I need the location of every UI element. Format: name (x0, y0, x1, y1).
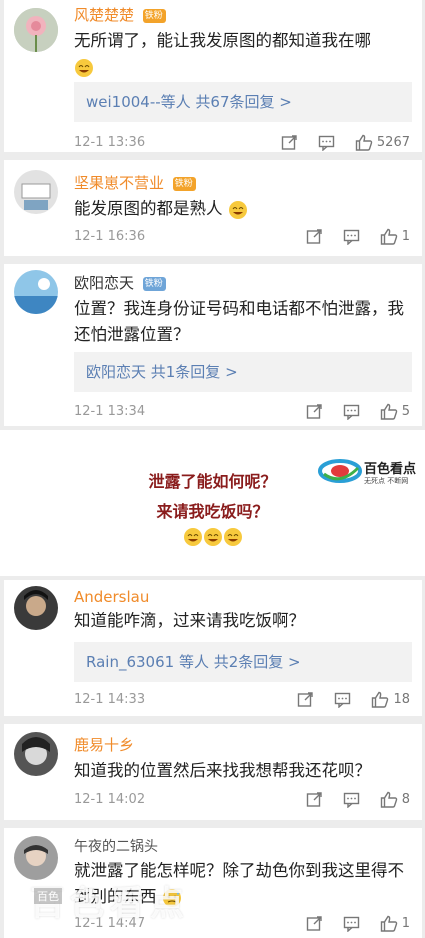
comment-button[interactable] (318, 134, 335, 151)
laugh-emoji (183, 527, 202, 546)
like-button[interactable]: 1 (380, 915, 410, 932)
brand-slogan: 无死点 不断网 (364, 477, 409, 485)
caption-emojis (0, 526, 425, 547)
username[interactable]: 午夜的二锅头 (74, 836, 158, 856)
username[interactable]: 欧阳恋天 铁粉 (74, 272, 166, 293)
username[interactable]: Anderslau (74, 588, 149, 606)
comment-icon (318, 135, 335, 151)
caption-line-2: 来请我吃饭吗？ (156, 502, 269, 521)
watermark-small: 百色 (34, 888, 62, 904)
action-bar: 1 (286, 226, 410, 246)
comment-icon (343, 404, 359, 420)
share-icon (306, 228, 322, 244)
laugh-emoji (75, 58, 93, 77)
like-button[interactable]: 5 (380, 403, 410, 420)
laugh-emoji (223, 527, 242, 546)
timestamp: 12-1 13:34 (74, 404, 146, 419)
comment-card: 坚果崽不营业 铁粉 能发原图的都是熟人 12-1 16:36 1 (4, 160, 422, 256)
reply-summary[interactable]: 欧阳恋天 共1条回复 > (74, 352, 412, 392)
avatar[interactable] (14, 732, 58, 776)
action-bar: 1 (286, 913, 410, 933)
like-count: 18 (393, 691, 410, 707)
comment-text: 知道能咋滴，过来请我吃饭啊？ (74, 611, 305, 630)
comment-text: 知道我的位置然后来找我想帮我还花呗？ (74, 761, 371, 780)
like-icon (380, 791, 397, 808)
fan-badge: 铁粉 (172, 176, 196, 191)
username[interactable]: 坚果崽不营业 铁粉 (74, 172, 196, 193)
share-button[interactable] (306, 403, 323, 420)
brand-logo: 百色看点 无死点 不断网 (318, 456, 422, 490)
comment-icon (343, 792, 359, 808)
comment-card: Anderslau 知道能咋滴，过来请我吃饭啊？ Rain_63061 等人 共… (4, 580, 422, 716)
share-icon (298, 691, 314, 707)
like-button[interactable]: 8 (380, 791, 410, 808)
comment-card: 风楚楚楚 铁粉 无所谓了，能让我发原图的都知道我在哪 wei1004--等人 共… (4, 0, 422, 152)
avatar[interactable] (14, 586, 58, 630)
comment-card: 鹿易十乡 知道我的位置然后来找我想帮我还花呗？ 12-1 14:02 8 (4, 724, 422, 820)
share-button[interactable] (306, 228, 323, 245)
avatar[interactable] (14, 270, 58, 314)
brand-name: 百色看点 (364, 462, 417, 477)
like-icon (380, 403, 397, 420)
fan-badge: 铁粉 (142, 8, 166, 23)
avatar[interactable] (14, 170, 58, 214)
caption-block: 泄露了能如何呢？ 来请我吃饭吗？ 百色看点 无死点 不断网 (0, 430, 425, 576)
like-count: 1 (401, 915, 410, 931)
comment-text: 能发原图的都是熟人 (74, 196, 408, 222)
comment-button[interactable] (343, 915, 360, 932)
like-icon (380, 228, 397, 245)
like-button[interactable]: 1 (380, 228, 410, 245)
like-icon (380, 915, 397, 932)
share-button[interactable] (306, 915, 323, 932)
comment-icon (343, 229, 359, 245)
like-count: 5267 (376, 134, 410, 150)
timestamp: 12-1 16:36 (74, 229, 146, 244)
like-count: 8 (401, 791, 410, 807)
avatar[interactable] (14, 836, 58, 880)
comment-text: 位置？我连身份证号码和电话都不怕泄露，我还怕泄露位置？ (74, 299, 404, 344)
timestamp: 12-1 14:02 (74, 792, 146, 807)
brand-logo-icon (318, 459, 362, 483)
comment-button[interactable] (343, 403, 360, 420)
like-count: 1 (401, 228, 410, 244)
action-bar: 18 (277, 689, 410, 709)
share-button[interactable] (306, 791, 323, 808)
like-button[interactable]: 5267 (355, 134, 410, 151)
like-count: 5 (401, 403, 410, 419)
comment-button[interactable] (343, 228, 360, 245)
action-bar: 8 (286, 789, 410, 809)
timestamp: 12-1 13:36 (74, 135, 146, 150)
reply-summary[interactable]: Rain_63061 等人 共2条回复 > (74, 642, 412, 682)
username[interactable]: 鹿易十乡 (74, 734, 134, 755)
comment-button[interactable] (334, 691, 351, 708)
comment-text: 无所谓了，能让我发原图的都知道我在哪 (74, 28, 408, 80)
laugh-emoji (228, 200, 247, 219)
share-button[interactable] (281, 134, 298, 151)
username[interactable]: 风楚楚楚 铁粉 (74, 4, 166, 25)
action-bar: 5 (286, 401, 410, 421)
fan-badge: 铁粉 (142, 276, 166, 291)
timestamp: 12-1 14:33 (74, 692, 146, 707)
comment-button[interactable] (343, 791, 360, 808)
avatar[interactable] (14, 8, 58, 52)
share-icon (281, 134, 297, 150)
share-icon (306, 791, 322, 807)
share-button[interactable] (297, 691, 314, 708)
reply-summary[interactable]: wei1004--等人 共67条回复 > (74, 82, 412, 122)
like-icon (372, 691, 389, 708)
comment-card: 欧阳恋天 铁粉 位置？我连身份证号码和电话都不怕泄露，我还怕泄露位置？ 欧阳恋天… (4, 264, 422, 426)
laugh-emoji (203, 527, 222, 546)
share-icon (306, 403, 322, 419)
comment-icon (343, 916, 359, 932)
like-button[interactable]: 18 (371, 691, 410, 708)
like-icon (355, 134, 373, 151)
action-bar: 5267 (261, 132, 410, 152)
share-icon (306, 915, 322, 931)
comment-icon (335, 692, 351, 708)
